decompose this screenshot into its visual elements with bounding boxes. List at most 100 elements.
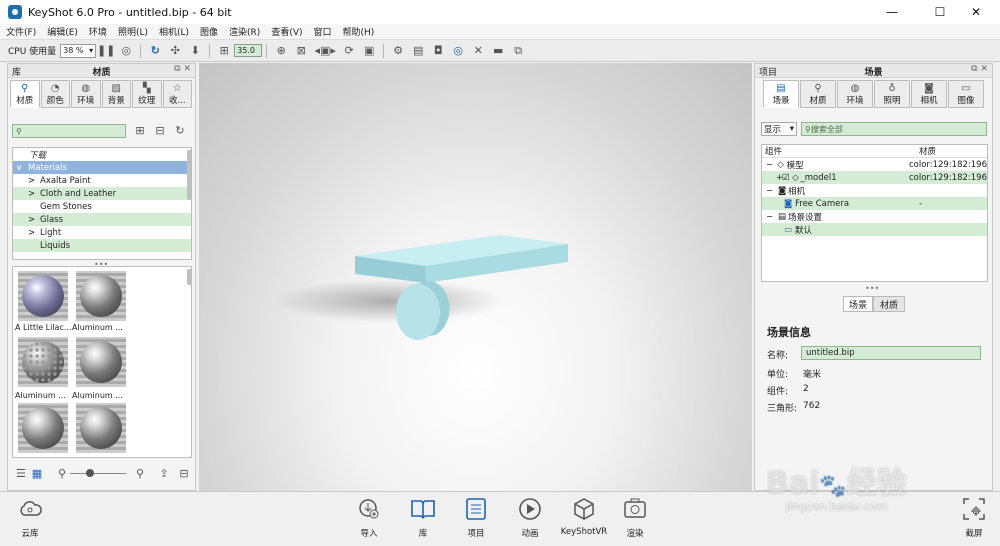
cloud-share-icon[interactable]: ⧉ [511,44,525,58]
field-of-view-input[interactable]: 35.0 [234,44,263,57]
material-thumb[interactable] [76,403,126,453]
menu-view[interactable]: 查看(V) [271,25,302,38]
grid-view-icon[interactable]: ▦ [30,466,44,480]
maximize-button[interactable]: ☐ [924,0,956,24]
tumble-icon[interactable]: ✣ [168,44,182,58]
refresh-library-icon[interactable]: ↻ [173,123,187,137]
zoom-icon[interactable]: ⊕ [274,44,288,58]
presentation-icon[interactable]: ▤ [411,44,425,58]
tab-image[interactable]: ▭ 图像 [948,80,984,108]
splitter-handle[interactable]: ••• [865,284,879,293]
show-dropdown[interactable]: 显示 ▾ [761,122,797,136]
tree-item-downloads[interactable]: 下载 [13,148,191,161]
tab-material[interactable]: ⚲ 材质 [800,80,836,108]
tree-item-light[interactable]: > Light [13,226,191,239]
material-thumb[interactable] [18,403,68,453]
scene-row-default[interactable]: ▭ 默认 [762,223,987,236]
screenshot-button[interactable]: 截屏 [946,496,1000,539]
tab-scene[interactable]: ▤ 场景 [763,80,799,108]
menu-render[interactable]: 渲染(R) [229,25,260,38]
cloud-library-button[interactable]: 云库 [2,496,58,539]
folder-icon[interactable]: ⊟ [177,466,191,480]
keyshotvr-button[interactable]: KeyShotVR [556,496,612,537]
menu-image[interactable]: 图像 [200,25,218,38]
refresh-icon[interactable]: ↻ [148,44,162,58]
render-viewport[interactable] [199,63,752,491]
panel-float-close-icon[interactable]: ⧉ ✕ [174,64,191,74]
tab-materials[interactable]: ⚲ 材质 [10,80,40,108]
menu-file[interactable]: 文件(F) [6,25,36,38]
panel-float-close-icon[interactable]: ⧉ ✕ [971,64,988,74]
visibility-checkbox[interactable]: ☑ [782,173,792,183]
column-header-material[interactable]: 材质 [919,145,936,157]
expand-icon[interactable]: + [762,173,783,183]
console-icon[interactable]: ▬ [491,44,505,58]
tree-item-materials[interactable]: ∨ Materials [13,161,191,174]
collapse-icon[interactable]: ∨ [16,163,28,173]
close-button[interactable]: ✕ [960,0,992,24]
expand-icon[interactable]: > [28,189,40,199]
menu-lighting[interactable]: 照明(L) [118,25,148,38]
subtab-material[interactable]: 材质 [873,296,905,312]
scene-name-input[interactable]: untitled.bip [801,346,981,360]
expand-icon[interactable]: > [28,176,40,186]
zoom-in-icon[interactable]: ⚲ [133,466,147,480]
slider-handle[interactable] [86,469,94,477]
tab-backplates[interactable]: ▨ 背景 [101,80,131,108]
fit-view-icon[interactable]: ◂▣▸ [314,44,336,58]
material-shield-icon[interactable]: ◘ [431,44,445,58]
thumbnail-size-slider[interactable] [70,473,126,474]
collapse-icon[interactable]: − [762,212,778,222]
settings-icon[interactable]: ⚙ [391,44,405,58]
tree-item-axalta[interactable]: > Axalta Paint [13,174,191,187]
tab-colors[interactable]: ◔ 颜色 [40,80,70,108]
region-icon[interactable]: ▣ [362,44,376,58]
library-toggle-button[interactable]: 库 [395,496,451,539]
keyshot-logo-icon[interactable]: ◎ [451,44,465,58]
library-search-input[interactable]: ⚲ [12,124,126,138]
material-thumb[interactable] [18,337,68,387]
pan-icon[interactable]: ⊠ [294,44,308,58]
tree-item-gem[interactable]: Gem Stones [13,200,191,213]
tab-lighting[interactable]: ♁ 照明 [874,80,910,108]
folder-add-icon[interactable]: ⊞ [133,123,147,137]
animation-button[interactable]: 动画 [502,496,558,539]
scene-row-models[interactable]: − ◇ 模型 color:129:182:196 [762,158,987,171]
subtab-scene[interactable]: 场景 [843,296,873,312]
minimize-button[interactable]: — [876,0,908,24]
tree-item-glass[interactable]: > Glass [13,213,191,226]
menu-edit[interactable]: 编辑(E) [47,25,78,38]
expand-icon[interactable]: > [28,228,40,238]
material-thumb[interactable] [76,271,126,321]
scene-row-free-camera[interactable]: ◙ Free Camera - [762,197,987,210]
expand-icon[interactable]: > [28,215,40,225]
performance-mode-icon[interactable]: ◎ [119,44,133,58]
scene-row-scene-settings[interactable]: − ▤ 场景设置 [762,210,987,223]
scene-row-cameras[interactable]: − ◙ 相机 [762,184,987,197]
project-toggle-button[interactable]: 项目 [448,496,504,539]
import-button[interactable]: 导入 [341,496,397,539]
collapse-icon[interactable]: − [762,186,778,196]
thumb-scrollbar[interactable] [187,269,192,285]
cpu-usage-select[interactable]: 38 % ▾ [60,43,97,58]
menu-environment[interactable]: 环境 [89,25,107,38]
list-view-icon[interactable]: ☰ [14,466,28,480]
zoom-out-icon[interactable]: ⚲ [55,466,69,480]
tab-camera[interactable]: ◙ 相机 [911,80,947,108]
tree-item-cloth[interactable]: > Cloth and Leather [13,187,191,200]
tab-environments[interactable]: ◍ 环境 [71,80,101,108]
upload-icon[interactable]: ⇪ [157,466,171,480]
tab-environment[interactable]: ◍ 环境 [837,80,873,108]
scene-search-input[interactable]: ⚲ 搜索全部 [801,122,987,136]
pause-icon[interactable]: ❚❚ [97,44,115,58]
tab-favorites[interactable]: ☆ 收... [162,80,192,108]
collapse-icon[interactable]: − [762,160,777,170]
column-header-component[interactable]: 组件 [765,145,919,157]
rotate-view-icon[interactable]: ⟳ [342,44,356,58]
material-thumb[interactable] [18,271,68,321]
tab-textures[interactable]: ▚ 纹理 [132,80,162,108]
folder-import-icon[interactable]: ⊟ [153,123,167,137]
render-button[interactable]: 渲染 [607,496,663,539]
menu-help[interactable]: 帮助(H) [343,25,375,38]
menu-window[interactable]: 窗口 [314,25,332,38]
